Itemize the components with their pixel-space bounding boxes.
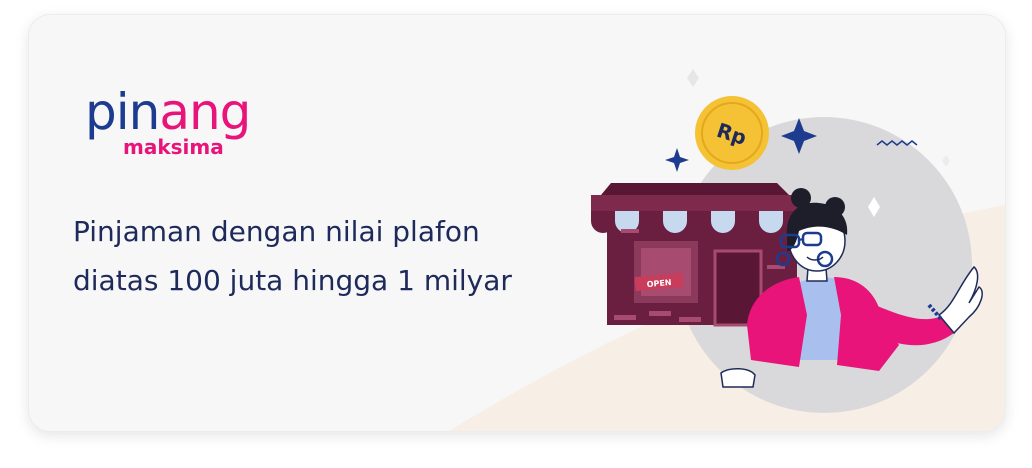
- promo-card: pin ang maksima Pinjaman dengan nilai pla…: [28, 14, 1006, 432]
- shop-owner-illustration: Rp OPEN: [449, 69, 1005, 431]
- coin-icon: Rp: [695, 96, 769, 170]
- sparkle-icon: [687, 69, 699, 87]
- sparkle-icon: [665, 148, 689, 172]
- sparkle-icon: [942, 155, 950, 167]
